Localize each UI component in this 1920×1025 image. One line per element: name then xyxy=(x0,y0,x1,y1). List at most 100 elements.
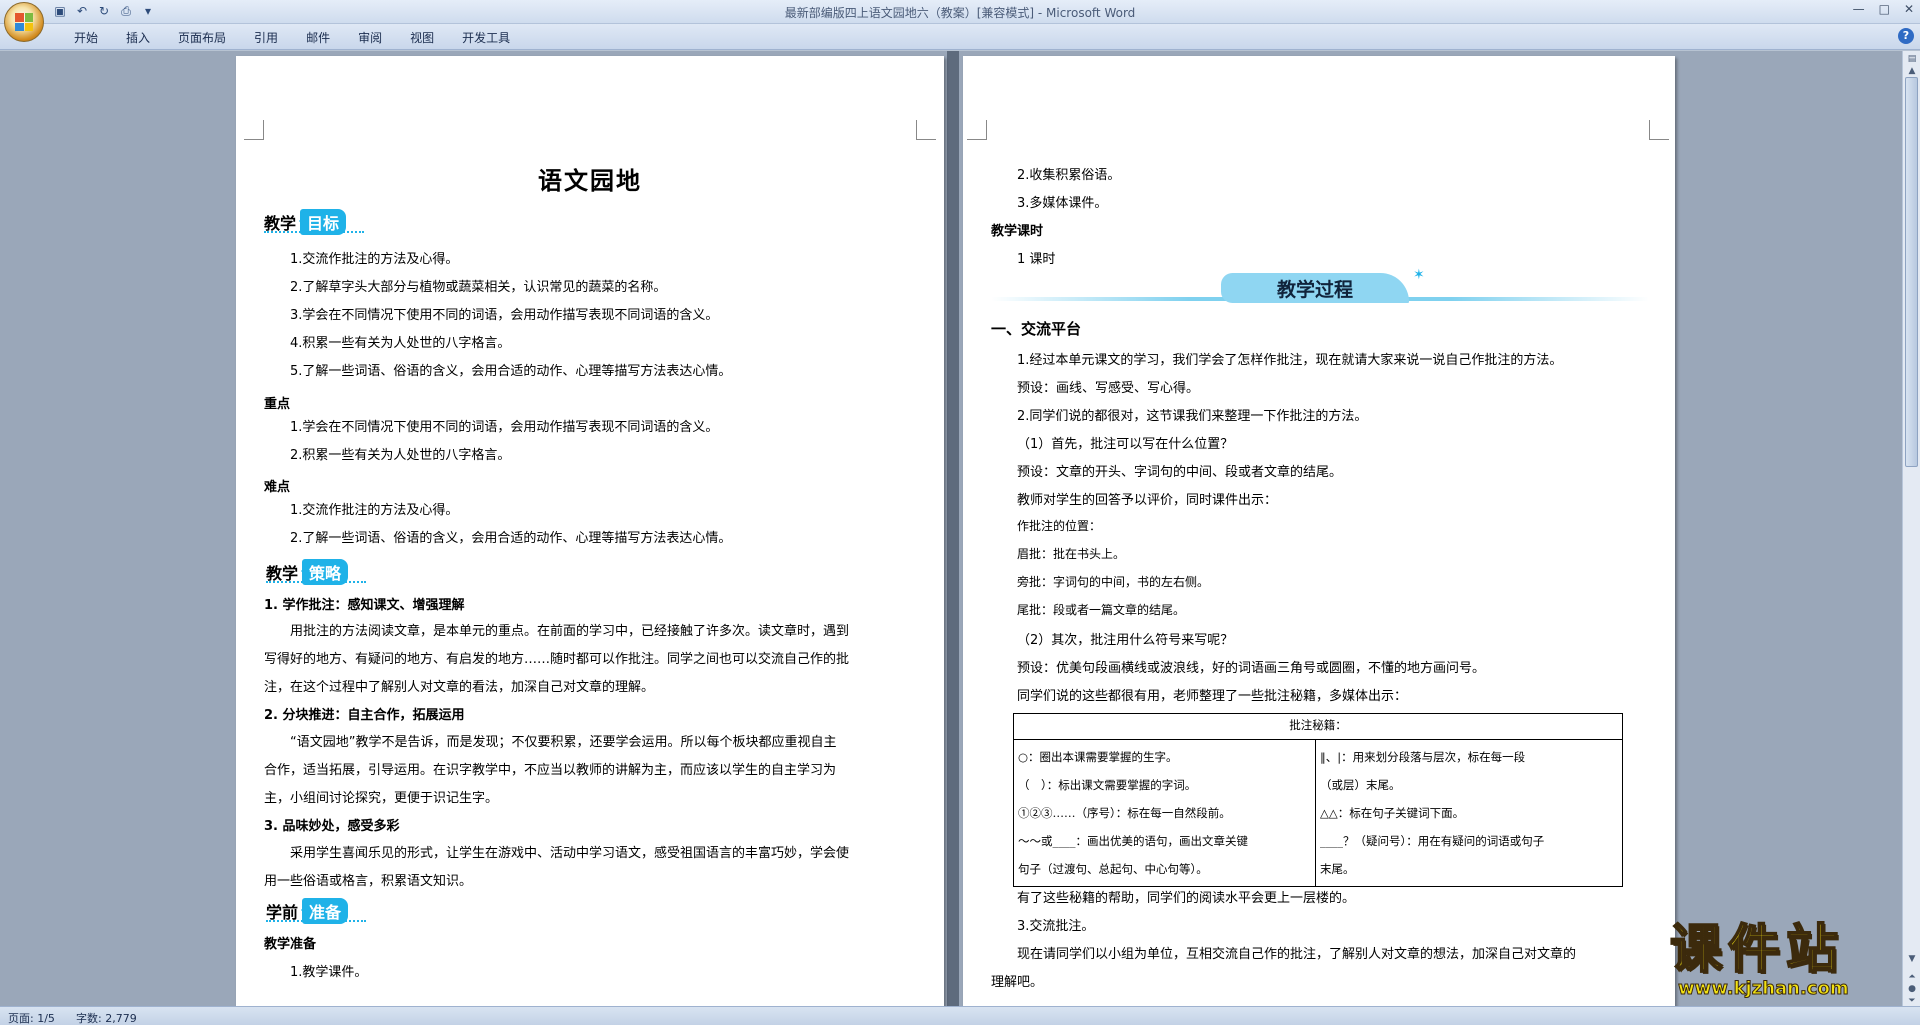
paragraph-line: 3.交流批注。 xyxy=(1017,919,1095,934)
paragraph-line: 理解吧。 xyxy=(991,975,1044,990)
goal-item: 1.交流作批注的方法及心得。 xyxy=(290,252,459,267)
difficulty-label: 难点 xyxy=(264,480,291,495)
page-indicator[interactable]: 页面: 1/5 xyxy=(8,1010,55,1025)
prep-item: 3.多媒体课件。 xyxy=(1017,196,1108,211)
key-point-item: 2.积累一些有关为人处世的八字格言。 xyxy=(290,448,511,463)
prep-item: 2.收集积累俗语。 xyxy=(1017,168,1121,183)
help-icon[interactable]: ? xyxy=(1898,28,1914,44)
paragraph-line: 用批注的方法阅读文章，是本单元的重点。在前面的学习中，已经接触了许多次。读文章时… xyxy=(290,624,850,639)
table-line: ①②③……（序号）：标在每一自然段前。 xyxy=(1018,806,1231,820)
paragraph-line: 预设：画线、写感受、写心得。 xyxy=(1017,381,1200,396)
prep-item: 1.教学课件。 xyxy=(290,965,368,980)
tab-review[interactable]: 审阅 xyxy=(344,29,396,47)
difficulty-item: 1.交流作批注的方法及心得。 xyxy=(290,503,459,518)
strategy-title: 3. 品味妙处，感受多彩 xyxy=(264,819,400,834)
margin-corner-mark xyxy=(244,120,264,140)
goal-item: 4.积累一些有关为人处世的八字格言。 xyxy=(290,336,511,351)
table-line: 句子（过渡句、总起句、中心句等）。 xyxy=(1018,862,1208,876)
ribbon: 开始 插入 页面布局 引用 邮件 审阅 视图 开发工具 ? xyxy=(0,24,1920,50)
table-cell-left: ○：圈出本课需要掌握的生字。 （ ）：标出课文需要掌握的字词。 ①②③……（序号… xyxy=(1013,739,1316,887)
table-line: （或层）末尾。 xyxy=(1320,778,1401,792)
dotted-underline xyxy=(264,231,364,233)
window-title: 最新部编版四上语文园地六（教案）[兼容模式] - Microsoft Word xyxy=(784,6,1136,20)
strategy-title: 2. 分块推进：自主合作，拓展运用 xyxy=(264,708,465,723)
note-line: 作批注的位置： xyxy=(1017,519,1102,533)
margin-corner-mark xyxy=(967,120,987,140)
page-1[interactable]: 语文园地 教学 目标 1.交流作批注的方法及心得。 2.了解草字头大部分与植物或… xyxy=(236,56,944,1006)
paragraph-line: 现在请同学们以小组为单位，互相交流自己作的批注，了解别人对文章的想法，加深自己对… xyxy=(1017,947,1577,962)
tab-home[interactable]: 开始 xyxy=(60,29,112,47)
paragraph-line: 合作，适当拓展，引导运用。在识字教学中，不应当以教师的讲解为主，而应该以学生的自… xyxy=(264,763,837,778)
paragraph-line: 用一些俗语或格言，积累语文知识。 xyxy=(264,874,473,889)
section-header-strategy: 教学 策略 xyxy=(266,559,366,585)
page-2[interactable]: 2.收集积累俗语。 3.多媒体课件。 教学课时 1 课时 教学过程 ✶ 一、交流… xyxy=(963,56,1675,1006)
banner-title: 教学过程 xyxy=(1276,278,1353,301)
table-line: ____？（疑问号）：用在有疑问的词语或句子 xyxy=(1320,834,1545,848)
table-line: ‖、|：用来划分段落与层次，标在每一段 xyxy=(1320,750,1526,764)
window-controls: — □ ✕ xyxy=(1853,2,1914,16)
vertical-scrollbar[interactable]: ▤ ▲ ▼ ⏶ ● ⏷ xyxy=(1902,51,1920,1006)
tab-page-layout[interactable]: 页面布局 xyxy=(164,29,240,47)
difficulty-item: 2.了解一些词语、俗语的含义，会用合适的动作、心理等描写方法表达心情。 xyxy=(290,531,732,546)
goal-item: 5.了解一些词语、俗语的含义，会用合适的动作、心理等描写方法表达心情。 xyxy=(290,364,732,379)
table-line: （ ）：标出课文需要掌握的字词。 xyxy=(1018,778,1197,792)
document-title: 语文园地 xyxy=(538,166,642,195)
dotted-underline xyxy=(266,920,366,922)
class-hours-label: 教学课时 xyxy=(991,224,1044,239)
annotation-table: 批注秘籍： ○：圈出本课需要掌握的生字。 （ ）：标出课文需要掌握的字词。 ①②… xyxy=(1013,713,1623,887)
ribbon-tabs: 开始 插入 页面布局 引用 邮件 审阅 视图 开发工具 xyxy=(60,29,524,47)
watermark-logo: 课件站 www.kjzhan.com xyxy=(1669,919,1915,1006)
document-workspace: 语文园地 教学 目标 1.交流作批注的方法及心得。 2.了解草字头大部分与植物或… xyxy=(0,51,1902,1006)
paragraph-line: （1）首先，批注可以写在什么位置？ xyxy=(1017,437,1234,452)
paragraph-line: 教师对学生的回答予以评价，同时课件出示： xyxy=(1017,493,1278,508)
maximize-icon[interactable]: □ xyxy=(1879,2,1890,16)
strategy-title: 1. 学作批注：感知课文、增强理解 xyxy=(264,598,465,613)
watermark-brand: 课件站 xyxy=(1669,919,1845,980)
table-cell-right: ‖、|：用来划分段落与层次，标在每一段 （或层）末尾。 △△：标在句子关键词下面… xyxy=(1315,739,1623,887)
margin-corner-mark xyxy=(916,120,936,140)
banner-tab: 教学过程 xyxy=(1221,273,1409,303)
section-header-goals: 教学 目标 xyxy=(264,209,364,235)
paragraph-line: 主，小组间讨论探究，更便于识记生字。 xyxy=(264,791,499,806)
tab-mailings[interactable]: 邮件 xyxy=(292,29,344,47)
tab-developer[interactable]: 开发工具 xyxy=(448,29,524,47)
watermark-url: www.kjzhan.com xyxy=(1678,978,1850,1000)
status-bar: 页面: 1/5 字数: 2,779 xyxy=(0,1006,1920,1025)
prep-label: 教学准备 xyxy=(264,937,317,952)
scrollbar-thumb[interactable] xyxy=(1905,77,1918,467)
section-title: 一、交流平台 xyxy=(991,320,1082,338)
paragraph-line: （2）其次，批注用什么符号来写呢？ xyxy=(1017,633,1234,648)
table-line: ○：圈出本课需要掌握的生字。 xyxy=(1018,750,1178,764)
paragraph-line: “语文园地”教学不是告诉，而是发现；不仅要积累，还要学会运用。所以每个板块都应重… xyxy=(290,735,837,750)
margin-corner-mark xyxy=(1649,120,1669,140)
sparkle-icon: ✶ xyxy=(1413,267,1425,283)
paragraph-line: 预设：优美句段画横线或波浪线，好的词语画三角号或圆圈，不懂的地方画问号。 xyxy=(1017,661,1486,676)
table-header: 批注秘籍： xyxy=(1013,713,1623,740)
key-point-item: 1.学会在不同情况下使用不同的词语，会用动作描写表现不同词语的含义。 xyxy=(290,420,719,435)
goal-item: 3.学会在不同情况下使用不同的词语，会用动作描写表现不同词语的含义。 xyxy=(290,308,719,323)
close-icon[interactable]: ✕ xyxy=(1904,2,1914,16)
paragraph-line: 写得好的地方、有疑问的地方、有启发的地方……随时都可以作批注。同学之间也可以交流… xyxy=(264,652,850,667)
tab-references[interactable]: 引用 xyxy=(240,29,292,47)
paragraph-line: 采用学生喜闻乐见的形式，让学生在游戏中、活动中学习语文，感受祖国语言的丰富巧妙，… xyxy=(290,846,850,861)
table-line: ～～或____：画出优美的语句，画出文章关键 xyxy=(1018,834,1248,848)
paragraph-line: 同学们说的这些都很有用，老师整理了一些批注秘籍，多媒体出示： xyxy=(1017,689,1408,704)
process-banner: 教学过程 ✶ xyxy=(991,267,1649,307)
page-separator xyxy=(947,51,959,1006)
paragraph-line: 预设：文章的开头、字词句的中间、段或者文章的结尾。 xyxy=(1017,465,1343,480)
title-bar: ▣ ↶ ↻ ⎙ ▾ 最新部编版四上语文园地六（教案）[兼容模式] - Micro… xyxy=(0,0,1920,42)
office-button[interactable] xyxy=(4,2,44,42)
paragraph-line: 2.同学们说的都很对，这节课我们来整理一下作批注的方法。 xyxy=(1017,409,1368,424)
table-line: △△：标在句子关键词下面。 xyxy=(1320,806,1465,820)
note-line: 眉批：批在书头上。 xyxy=(1017,547,1126,561)
tab-insert[interactable]: 插入 xyxy=(112,29,164,47)
minimize-icon[interactable]: — xyxy=(1853,2,1865,16)
tab-view[interactable]: 视图 xyxy=(396,29,448,47)
word-count[interactable]: 字数: 2,779 xyxy=(76,1010,137,1025)
note-line: 旁批：字词句的中间，书的左右侧。 xyxy=(1017,575,1210,589)
key-points-label: 重点 xyxy=(264,397,291,412)
dotted-underline xyxy=(266,581,366,583)
office-logo-icon xyxy=(15,13,33,31)
table-line: 末尾。 xyxy=(1320,862,1355,876)
note-line: 尾批：段或者一篇文章的结尾。 xyxy=(1017,603,1186,617)
